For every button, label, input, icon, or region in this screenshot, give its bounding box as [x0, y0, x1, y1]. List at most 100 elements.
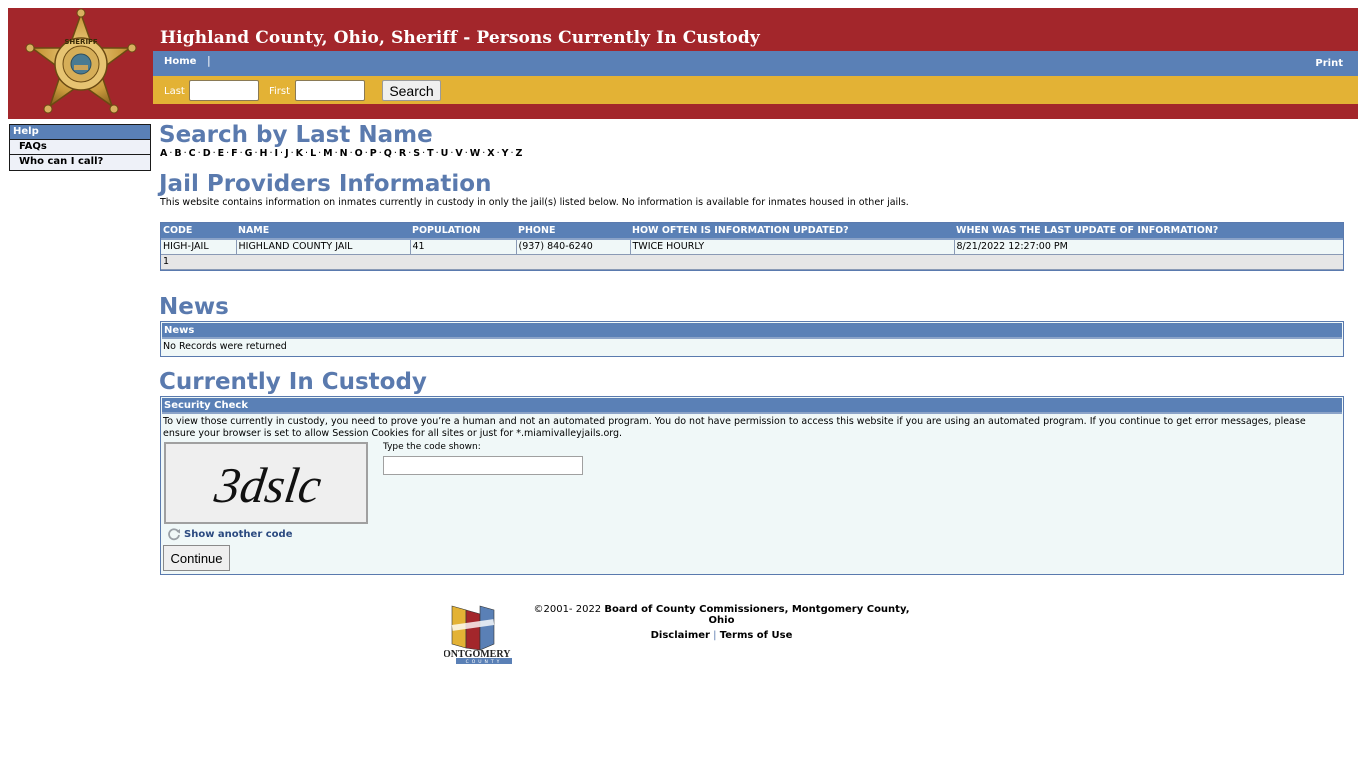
letter-separator: ·	[349, 148, 353, 159]
alphabet-index: A · B · C · D · E · F · G · H · I · J · K · L · M · N · O · P · Q · R · S · T ·…	[160, 148, 522, 159]
letter-link-h[interactable]: H	[260, 148, 268, 159]
svg-text:SHERIFF: SHERIFF	[64, 38, 97, 46]
letter-separator: ·	[290, 148, 294, 159]
show-another-code-link[interactable]: Show another code	[167, 527, 292, 541]
letter-link-g[interactable]: G	[245, 148, 253, 159]
letter-separator: ·	[364, 148, 368, 159]
letter-link-e[interactable]: E	[218, 148, 225, 159]
column-header-update-frequency: HOW OFTEN IS INFORMATION UPDATED?	[630, 223, 954, 240]
help-sidebar: Help FAQs Who can I call?	[9, 124, 151, 171]
show-another-code-label: Show another code	[184, 528, 293, 540]
letter-separator: ·	[280, 148, 284, 159]
first-name-input[interactable]	[295, 80, 365, 101]
captcha-code-input[interactable]	[383, 456, 583, 475]
column-header-code: CODE	[161, 223, 236, 240]
pager-row: 1	[161, 254, 1343, 270]
pager-page-1[interactable]: 1	[161, 254, 1343, 270]
first-name-label: First	[269, 86, 291, 97]
letter-link-m[interactable]: M	[323, 148, 332, 159]
letter-link-v[interactable]: V	[455, 148, 462, 159]
letter-link-i[interactable]: I	[275, 148, 279, 159]
letter-separator: ·	[334, 148, 338, 159]
letter-link-l[interactable]: L	[310, 148, 316, 159]
column-header-last-update: WHEN WAS THE LAST UPDATE OF INFORMATION?	[954, 223, 1343, 240]
disclaimer-link[interactable]: Disclaimer	[651, 630, 710, 641]
cell-phone: (937) 840-6240	[515, 239, 630, 255]
letter-link-n[interactable]: N	[340, 148, 348, 159]
letter-separator: ·	[226, 148, 230, 159]
letter-link-q[interactable]: Q	[384, 148, 392, 159]
news-box-header: News	[162, 323, 1342, 339]
letter-link-u[interactable]: U	[441, 148, 449, 159]
site-header: SHERIFF Highland County, Ohio, Sheriff -…	[8, 8, 1358, 119]
footer-copyright-line: ©2001- 2022 Board of County Commissioner…	[519, 604, 924, 626]
copyright-owner: Board of County Commissioners, Montgomer…	[604, 604, 910, 626]
letter-link-b[interactable]: B	[174, 148, 181, 159]
letter-link-s[interactable]: S	[413, 148, 420, 159]
copyright-years: ©2001- 2022	[533, 604, 602, 615]
letter-link-w[interactable]: W	[470, 148, 480, 159]
letter-separator: ·	[254, 148, 258, 159]
footer-links: Disclaimer | Terms of Use	[519, 630, 924, 641]
page-title: Highland County, Ohio, Sheriff - Persons…	[160, 28, 760, 48]
footer: ©2001- 2022 Board of County Commissioner…	[519, 604, 924, 641]
letter-separator: ·	[169, 148, 173, 159]
terms-of-use-link[interactable]: Terms of Use	[720, 630, 793, 641]
captcha-text: 3dslc	[211, 457, 325, 513]
logo-subtext: COUNTY	[466, 659, 503, 664]
last-name-label: Last	[164, 86, 185, 97]
search-button[interactable]: Search	[382, 80, 441, 101]
letter-separator: ·	[435, 148, 439, 159]
sidebar-heading: Help	[10, 125, 150, 140]
sidebar-item-faqs[interactable]: FAQs	[10, 140, 150, 155]
news-box: News No Records were returned	[160, 321, 1344, 357]
cell-population: 41	[409, 239, 516, 255]
letter-link-r[interactable]: R	[399, 148, 406, 159]
letter-separator: ·	[305, 148, 309, 159]
letter-link-z[interactable]: Z	[516, 148, 523, 159]
security-check-message: To view those currently in custody, you …	[163, 416, 1306, 439]
news-heading: News	[159, 294, 229, 320]
table-row: HIGH-JAIL HIGHLAND COUNTY JAIL 41 (937) …	[161, 239, 1343, 255]
letter-separator: ·	[482, 148, 486, 159]
search-by-last-name-heading: Search by Last Name	[159, 122, 433, 148]
letter-separator: ·	[464, 148, 468, 159]
letter-separator: ·	[496, 148, 500, 159]
letter-separator: ·	[408, 148, 412, 159]
letter-separator: ·	[510, 148, 514, 159]
letter-separator: ·	[269, 148, 273, 159]
jail-providers-heading: Jail Providers Information	[159, 171, 492, 197]
nav-separator: |	[207, 54, 211, 67]
letter-link-a[interactable]: A	[160, 148, 167, 159]
jail-providers-table: CODE NAME POPULATION PHONE HOW OFTEN IS …	[161, 223, 1343, 270]
letter-separator: ·	[239, 148, 243, 159]
column-header-name: NAME	[236, 223, 410, 240]
last-name-input[interactable]	[189, 80, 259, 101]
letter-link-c[interactable]: C	[189, 148, 196, 159]
letter-link-j[interactable]: J	[285, 148, 289, 159]
letter-separator: ·	[318, 148, 322, 159]
letter-link-d[interactable]: D	[203, 148, 211, 159]
column-header-population: POPULATION	[410, 223, 516, 240]
montgomery-county-logo: MONTGOMERY COUNTY	[444, 605, 512, 664]
name-search-bar: Last First Search	[153, 76, 1358, 104]
letter-link-y[interactable]: Y	[502, 148, 509, 159]
jail-providers-table-wrapper: CODE NAME POPULATION PHONE HOW OFTEN IS …	[160, 222, 1344, 271]
captcha-graphic: 3dslc	[211, 457, 325, 513]
continue-button[interactable]: Continue	[163, 545, 230, 571]
captcha-code-label: Type the code shown:	[383, 442, 481, 452]
letter-link-o[interactable]: O	[355, 148, 363, 159]
letter-separator: ·	[393, 148, 397, 159]
refresh-icon	[168, 528, 180, 541]
sidebar-item-who-can-i-call[interactable]: Who can I call?	[10, 155, 150, 170]
nav-print-link[interactable]: Print	[1315, 58, 1343, 69]
sheriff-badge-logo: SHERIFF	[25, 8, 137, 114]
letter-link-p[interactable]: P	[370, 148, 377, 159]
nav-home-link[interactable]: Home	[164, 56, 196, 67]
letter-link-f[interactable]: F	[231, 148, 238, 159]
cell-name: HIGHLAND COUNTY JAIL	[235, 239, 410, 255]
letter-link-k[interactable]: K	[296, 148, 303, 159]
letter-link-x[interactable]: X	[487, 148, 494, 159]
letter-separator: ·	[378, 148, 382, 159]
letter-link-t[interactable]: T	[427, 148, 433, 159]
